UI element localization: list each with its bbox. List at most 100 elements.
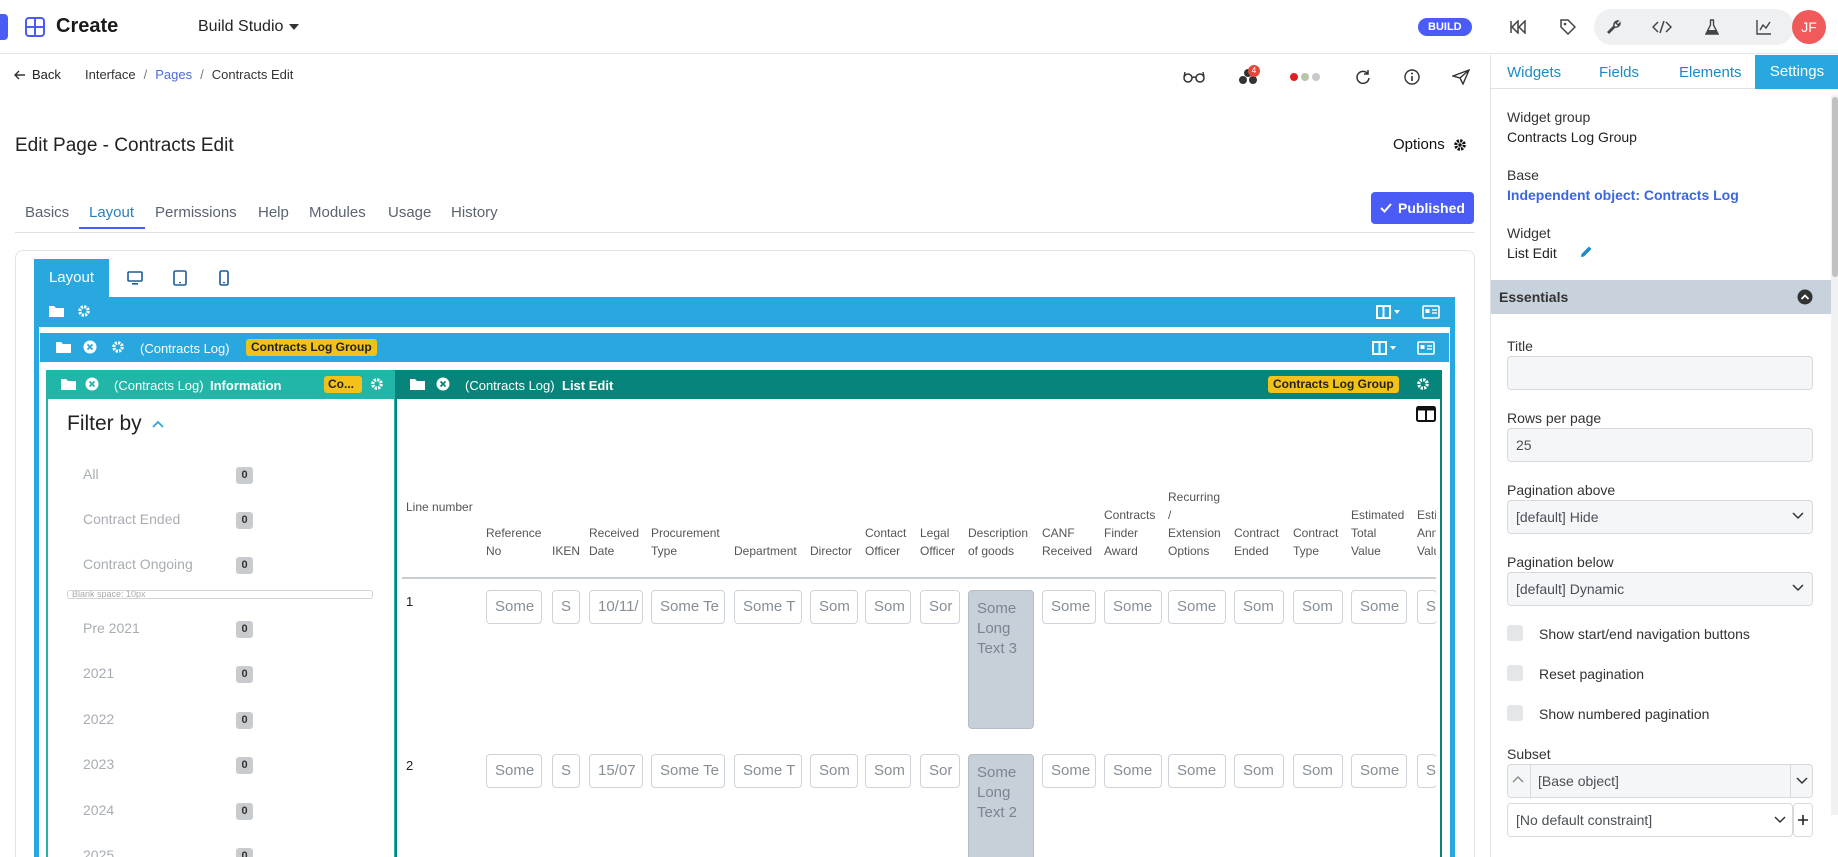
table-cell-input[interactable]: Some Te [651, 590, 725, 624]
subset-select[interactable]: [Base object] [1507, 764, 1813, 798]
table-cell-input[interactable]: 15/07 [589, 754, 643, 788]
tab-fields[interactable]: Fields [1599, 64, 1639, 81]
folder-icon[interactable] [61, 378, 76, 390]
column-header[interactable]: IKEN [552, 542, 580, 560]
filter-option-label[interactable]: Contract Ongoing [83, 556, 193, 572]
gear-icon[interactable] [77, 304, 91, 318]
table-cell-input[interactable]: Som [1234, 590, 1284, 624]
table-cell-input[interactable]: Some Te [651, 754, 725, 788]
folder-icon[interactable] [410, 378, 425, 390]
reset-pagination-checkbox[interactable] [1507, 665, 1523, 681]
table-cell-input[interactable]: S [552, 590, 580, 624]
chevron-up-icon[interactable] [1512, 775, 1524, 783]
tab-layout[interactable]: Layout [89, 204, 134, 221]
filter-option-label[interactable]: Contract Ended [83, 511, 180, 527]
add-constraint-button[interactable] [1793, 803, 1813, 837]
remove-icon[interactable] [83, 340, 97, 354]
column-header[interactable]: Director [810, 542, 852, 560]
folder-icon[interactable] [56, 341, 71, 353]
column-header[interactable]: Received Date [589, 524, 639, 560]
column-header[interactable]: Procurement Type [651, 524, 720, 560]
column-header[interactable]: Description of goods [968, 524, 1028, 560]
card-icon[interactable] [1417, 341, 1435, 355]
filter-option-label[interactable]: All [83, 466, 99, 482]
tag-icon[interactable] [1556, 16, 1580, 38]
wrench-icon[interactable] [1602, 16, 1626, 38]
gear-icon[interactable] [111, 340, 125, 354]
table-cell-input[interactable]: Some [1104, 590, 1162, 624]
table-cell-input[interactable]: Som [810, 754, 858, 788]
filter-option-label[interactable]: 2023 [83, 756, 114, 772]
tab-widgets[interactable]: Widgets [1507, 64, 1561, 81]
table-cell-input[interactable]: So [1417, 590, 1436, 624]
pagination-above-select[interactable]: [default] Hide [1507, 500, 1813, 534]
rows-per-page-input[interactable]: 25 [1507, 428, 1813, 462]
column-header[interactable]: CANF Received [1042, 524, 1092, 560]
menu-toggle[interactable] [0, 14, 8, 40]
table-cell-input[interactable]: Some [1042, 754, 1096, 788]
base-link[interactable]: Independent object: Contracts Log [1507, 187, 1739, 203]
table-cell-input[interactable]: Some T [734, 590, 802, 624]
table-cell-input[interactable]: Som [1234, 754, 1284, 788]
table-cell-input[interactable]: Som [810, 590, 858, 624]
gear-icon[interactable] [1416, 377, 1430, 391]
table-cell-input[interactable]: Som [1293, 754, 1343, 788]
table-cell-input[interactable]: Som [865, 590, 911, 624]
table-cell-input[interactable]: Som [1293, 590, 1343, 624]
table-cell-input[interactable]: So [1417, 754, 1436, 788]
published-button[interactable]: Published [1371, 192, 1474, 224]
column-header[interactable]: Contract Ended [1234, 524, 1279, 560]
essentials-header[interactable]: Essentials [1491, 280, 1831, 314]
column-header[interactable]: Contracts Finder Award [1104, 506, 1155, 560]
tab-help[interactable]: Help [258, 204, 289, 221]
desktop-icon[interactable] [124, 270, 146, 286]
table-cell-input[interactable]: Some [1042, 590, 1096, 624]
remove-icon[interactable] [436, 377, 450, 391]
description-textarea[interactable]: Some Long Text 2 [968, 754, 1034, 857]
nav-buttons-checkbox[interactable] [1507, 625, 1523, 641]
mobile-icon[interactable] [214, 269, 234, 287]
column-header[interactable]: Esti Ann Valu [1417, 506, 1436, 560]
table-cell-input[interactable]: S [552, 754, 580, 788]
tab-permissions[interactable]: Permissions [155, 204, 237, 221]
tab-basics[interactable]: Basics [25, 204, 69, 221]
table-cell-input[interactable]: Some [1168, 754, 1226, 788]
table-cell-input[interactable]: Some [1351, 590, 1407, 624]
tablet-icon[interactable] [170, 269, 190, 287]
tab-history[interactable]: History [451, 204, 498, 221]
constraint-select[interactable]: [No default constraint] [1507, 803, 1793, 837]
studio-selector[interactable]: Build Studio [198, 18, 300, 36]
table-cell-input[interactable]: Some [1351, 754, 1407, 788]
table-cell-input[interactable]: Some [1168, 590, 1226, 624]
gear-icon[interactable] [370, 377, 384, 391]
filter-heading[interactable]: Filter by [67, 412, 164, 436]
columns-layout-icon[interactable] [1372, 341, 1398, 355]
blank-space-widget[interactable]: Blank space: 10px [67, 590, 373, 599]
table-cell-input[interactable]: Som [865, 754, 911, 788]
filter-option-label[interactable]: Pre 2021 [83, 620, 140, 636]
sidebar-scrollbar[interactable] [1831, 95, 1838, 815]
filter-option-label[interactable]: 2025 [83, 847, 114, 857]
column-header[interactable]: Reference No [486, 524, 541, 560]
column-header[interactable]: Recurring / Extension Options [1168, 488, 1221, 560]
table-cell-input[interactable]: Sor [920, 590, 960, 624]
numbered-pagination-checkbox[interactable] [1507, 705, 1523, 721]
folder-icon[interactable] [49, 305, 64, 317]
remove-icon[interactable] [85, 377, 99, 391]
code-icon[interactable] [1650, 16, 1674, 38]
filter-option-label[interactable]: 2022 [83, 711, 114, 727]
column-header[interactable]: Legal Officer [920, 524, 955, 560]
table-cell-input[interactable]: Some T [734, 754, 802, 788]
layout-view-tab[interactable]: Layout [34, 259, 109, 297]
scrollbar-thumb[interactable] [1832, 97, 1838, 277]
table-cell-input[interactable]: Sor [920, 754, 960, 788]
table-cell-input[interactable]: Some [1104, 754, 1162, 788]
table-cell-input[interactable]: Some [486, 590, 542, 624]
tab-usage[interactable]: Usage [388, 204, 431, 221]
line-number-header[interactable]: Line number [406, 498, 473, 516]
filter-option-label[interactable]: 2021 [83, 665, 114, 681]
chart-icon[interactable] [1752, 16, 1776, 38]
rewind-icon[interactable] [1506, 16, 1530, 38]
column-header[interactable]: Contact Officer [865, 524, 906, 560]
pagination-below-select[interactable]: [default] Dynamic [1507, 572, 1813, 606]
